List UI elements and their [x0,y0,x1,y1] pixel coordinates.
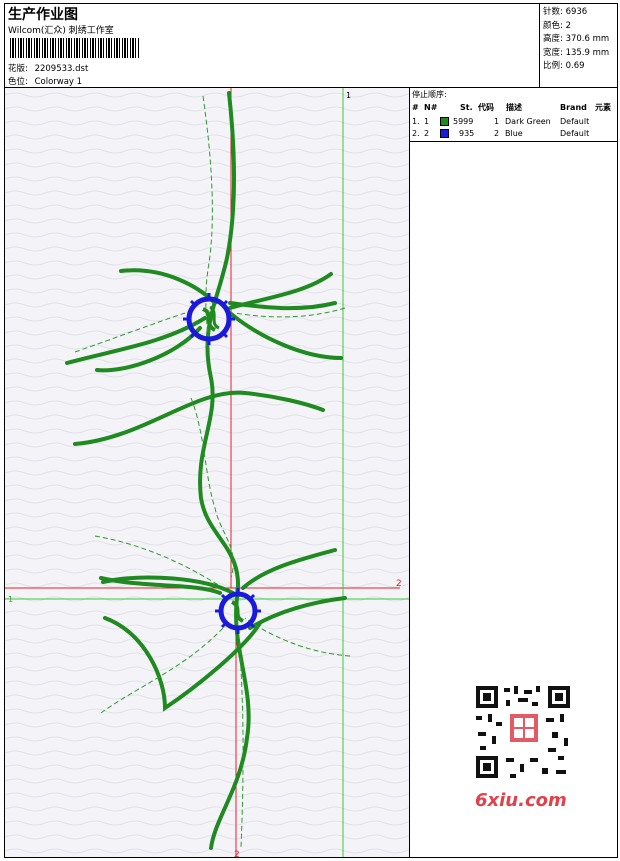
col-description: 描述 [506,103,522,112]
stat-value: 135.9 mm [565,47,610,58]
row-brand: Default [560,117,590,126]
stat-label: 针数: [543,7,563,17]
row-description: Blue [505,129,523,138]
design-file-row: 花版: 2209533.dst [8,62,88,74]
stats-panel: 针数: 6936 颜色: 2 高度: 370.6 mm 宽度: 135.9 mm… [540,4,617,88]
row-brand: Default [560,129,590,138]
stat-value: 2 [565,20,571,31]
row-stitches: 935 [459,129,475,138]
page-title: 生产作业图 [8,7,78,23]
stat-colors: 颜色: 2 [543,20,617,34]
header-panel: 生产作业图 Wilcom(汇众) 刺绣工作室 花版: 2209533.dst 色… [5,4,540,88]
col-number: N# [424,103,438,112]
stat-label: 高度: [543,34,563,44]
qr-code-graphic [466,678,578,786]
stat-height: 高度: 370.6 mm [543,33,617,47]
row-code: 1 [494,117,500,126]
row-number: 1 [424,117,430,126]
row-code: 2 [494,129,500,138]
stat-value: 0.69 [565,61,585,71]
stat-scale: 比例: 0.69 [543,60,617,74]
stat-stitches: 针数: 6936 [543,6,617,20]
col-code: 代码 [478,103,494,112]
col-stitches: St. [460,103,473,112]
row-number: 2 [424,129,430,138]
colorway-row: 色位: Colorway 1 [8,75,82,87]
marker-left-one: 1 [8,595,13,604]
stat-label: 宽度: [543,47,563,58]
color-swatch [440,117,449,126]
row-description: Dark Green [505,117,551,126]
col-index: # [412,103,419,112]
row-index: 2. [412,129,420,138]
watermark-6xiu: 6xiu.com [475,790,567,811]
row-index: 1. [412,117,420,126]
col-brand: Brand [560,103,587,112]
marker-right-two: 2 [396,579,402,589]
embroidery-canvas: 1 2 1 2 [5,88,409,857]
marker-bottom-two: 2 [234,850,240,857]
stat-width: 宽度: 135.9 mm [543,47,617,61]
row-stitches: 5999 [453,117,474,126]
studio-name: Wilcom(汇众) 刺绣工作室 [8,26,114,36]
stat-value: 6936 [565,7,588,17]
marker-top-one: 1 [346,91,351,100]
qr-code [466,678,578,786]
design-preview[interactable]: 1 2 1 2 [5,88,410,857]
design-file-label: 花版: [8,64,28,74]
colorway-name: Colorway 1 [34,77,83,87]
stat-value: 370.6 mm [565,34,610,44]
stop-sequence-panel: 停止顺序: # N# St. 代码 描述 Brand 元素 1. 1 5999 … [410,88,617,142]
colorway-label: 色位: [8,77,28,87]
stat-label: 颜色: [543,20,563,31]
color-swatch [440,129,449,138]
col-element: 元素 [595,103,611,112]
stop-sequence-heading: 停止顺序: [412,90,447,99]
design-file-name: 2209533.dst [34,64,89,74]
barcode [10,38,140,58]
stat-label: 比例: [543,61,563,71]
